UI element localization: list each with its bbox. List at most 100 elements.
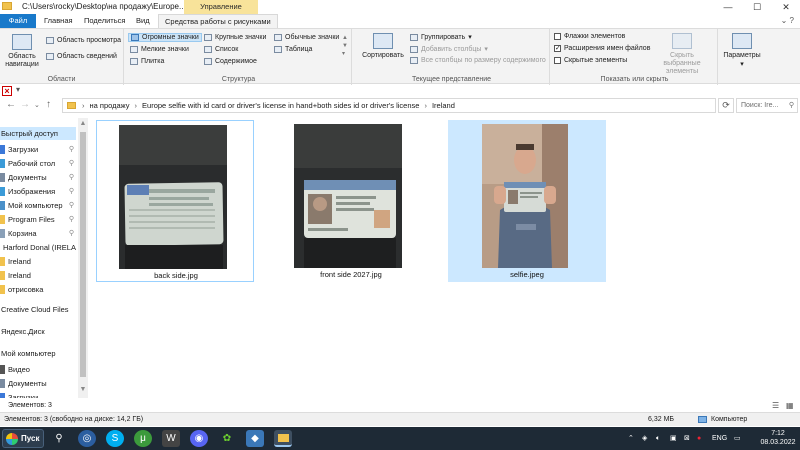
- breadcrumb-item[interactable]: на продажу: [87, 101, 133, 110]
- scroll-up-icon[interactable]: ▲: [78, 120, 88, 127]
- file-item[interactable]: back side.jpg: [96, 120, 254, 282]
- address-bar[interactable]: › на продажу › Europe selfie with id car…: [62, 98, 716, 113]
- view-small-icons[interactable]: Мелкие значки: [130, 46, 189, 53]
- nav-item[interactable]: отрисовка: [0, 283, 76, 296]
- tray-app-icon[interactable]: ▣: [670, 427, 677, 450]
- nav-pane-button[interactable]: Область навигации: [4, 34, 40, 69]
- customize-toolbar-icon[interactable]: ▾: [16, 85, 20, 94]
- clock-time: 7:12: [771, 430, 785, 437]
- nav-item-label: Creative Cloud Files: [1, 305, 69, 314]
- breadcrumb-item[interactable]: Europe selfie with id card or driver's l…: [139, 101, 422, 110]
- minimize-button[interactable]: —: [714, 0, 742, 14]
- search-icon: ⚲: [788, 102, 794, 109]
- view-tiles[interactable]: Плитка: [130, 58, 164, 65]
- nav-item[interactable]: Загрузки: [0, 391, 76, 398]
- nav-item-label: Program Files: [8, 215, 55, 224]
- torrent-icon[interactable]: μ: [134, 430, 152, 447]
- search-input[interactable]: Поиск: Ire... ⚲: [736, 98, 798, 113]
- pin-icon: ⚲: [68, 146, 74, 153]
- view-details[interactable]: Таблица: [274, 46, 312, 53]
- checkbox-unchecked[interactable]: [554, 57, 561, 64]
- file-item[interactable]: selfie.jpeg: [448, 120, 606, 282]
- item-checkboxes-toggle[interactable]: Флажки элементов: [554, 33, 625, 40]
- tab-picture-tools[interactable]: Средства работы с рисунками: [158, 14, 278, 28]
- fit-columns-button[interactable]: Все столбцы по размеру содержимого: [410, 57, 546, 64]
- options-button[interactable]: Параметры ▾: [722, 33, 762, 68]
- nav-item[interactable]: Рабочий стол ⚲: [0, 157, 76, 170]
- tab-file[interactable]: Файл: [0, 14, 36, 28]
- checkbox-checked[interactable]: ✓: [554, 45, 561, 52]
- start-button[interactable]: Пуск: [2, 429, 44, 448]
- tab-view[interactable]: Вид: [130, 14, 156, 28]
- nav-item[interactable]: Program Files ⚲: [0, 213, 76, 226]
- nav-item[interactable]: Документы: [0, 377, 76, 390]
- nav-scrollbar[interactable]: ▲ ▼: [78, 118, 88, 398]
- tray-expand-icon[interactable]: ⌃: [628, 427, 634, 450]
- search-placeholder: Поиск: Ire...: [741, 102, 779, 109]
- nav-item[interactable]: Яндекс.Диск: [0, 325, 76, 338]
- clock[interactable]: 7:12 08.03.2022: [760, 429, 796, 447]
- add-columns-button[interactable]: Добавить столбцы ▾: [410, 45, 488, 53]
- browser-icon[interactable]: ◎: [78, 430, 96, 447]
- group-by-icon: [410, 33, 418, 41]
- tray-app-icon[interactable]: ⊠: [684, 427, 690, 450]
- app-icon[interactable]: ◆: [246, 430, 264, 447]
- preview-pane-button[interactable]: Область просмотра: [46, 37, 121, 44]
- nav-item[interactable]: Документы ⚲: [0, 171, 76, 184]
- breadcrumb-item[interactable]: Ireland: [429, 101, 458, 110]
- file-explorer-icon[interactable]: [274, 430, 292, 447]
- volume-icon[interactable]: 🔈︎: [656, 427, 660, 450]
- nav-item[interactable]: Видео: [0, 363, 76, 376]
- tab-home[interactable]: Главная: [38, 14, 79, 28]
- view-list[interactable]: Список: [204, 46, 238, 53]
- nav-item[interactable]: Быстрый доступ: [0, 127, 76, 140]
- network-icon[interactable]: ◈: [642, 427, 647, 450]
- close-button[interactable]: ✕: [772, 0, 800, 14]
- nav-item[interactable]: Ireland: [0, 269, 76, 282]
- file-item[interactable]: front side 2027.jpg: [272, 120, 430, 282]
- refresh-icon[interactable]: ⟳: [718, 98, 734, 113]
- nav-item[interactable]: Ireland: [0, 255, 76, 268]
- forward-arrow-icon[interactable]: →: [20, 99, 30, 110]
- icq-icon[interactable]: ✿: [218, 430, 236, 447]
- ribbon-collapse-icon[interactable]: ⌄ ?: [781, 16, 794, 25]
- group-by-button[interactable]: Группировать ▾: [410, 33, 472, 41]
- up-arrow-icon[interactable]: ↑: [46, 99, 51, 110]
- tray-app-icon[interactable]: ▭: [734, 427, 741, 450]
- nav-item[interactable]: Мой компьютер: [0, 347, 76, 360]
- scrollbar-thumb[interactable]: [80, 132, 86, 377]
- status-bar: Элементов: 3 ☰ ▦: [0, 400, 800, 412]
- nav-item[interactable]: Корзина ⚲: [0, 227, 76, 240]
- checkbox-unchecked[interactable]: [554, 33, 561, 40]
- hide-selected-button[interactable]: Скрыть выбранные элементы: [650, 33, 714, 76]
- scroll-down-icon[interactable]: ▼: [78, 386, 88, 393]
- view-extra-large-icons[interactable]: Огромные значки: [128, 33, 202, 42]
- maximize-button[interactable]: ☐: [743, 0, 771, 14]
- nav-item[interactable]: Harford Donal (IRELAN: [0, 241, 76, 254]
- language-indicator[interactable]: ENG: [712, 427, 727, 450]
- file-extensions-toggle[interactable]: ✓ Расширения имен файлов: [554, 45, 650, 52]
- view-content[interactable]: Содержимое: [204, 58, 257, 65]
- back-arrow-icon[interactable]: ←: [6, 99, 16, 110]
- details-pane-button[interactable]: Область сведений: [46, 53, 117, 60]
- layout-scroll-icon[interactable]: ▲ ▼ ▾: [342, 34, 348, 58]
- recent-locations-icon[interactable]: ⌄: [34, 101, 40, 109]
- sort-button[interactable]: Сортировать: [362, 33, 404, 59]
- hidden-items-toggle[interactable]: Скрытые элементы: [554, 57, 627, 64]
- pin-icon: ⚲: [68, 230, 74, 237]
- large-icons-view-icon[interactable]: ▦: [786, 400, 794, 412]
- tray-app-icon[interactable]: ●: [697, 427, 701, 450]
- nav-item[interactable]: Мой компьютер ⚲: [0, 199, 76, 212]
- delete-icon[interactable]: ×: [2, 86, 12, 96]
- nav-item[interactable]: Изображения ⚲: [0, 185, 76, 198]
- view-large-icons[interactable]: Крупные значки: [204, 34, 266, 41]
- nav-item[interactable]: Creative Cloud Files: [0, 303, 76, 316]
- nav-item[interactable]: Загрузки ⚲: [0, 143, 76, 156]
- view-medium-icons[interactable]: Обычные значки: [274, 34, 339, 41]
- discord-icon[interactable]: ◉: [190, 430, 208, 447]
- search-icon[interactable]: ⚲: [50, 430, 68, 447]
- details-view-icon[interactable]: ☰: [772, 400, 779, 412]
- skype-icon[interactable]: S: [106, 430, 124, 447]
- word-icon[interactable]: W: [162, 430, 180, 447]
- tab-share[interactable]: Поделиться: [78, 14, 131, 28]
